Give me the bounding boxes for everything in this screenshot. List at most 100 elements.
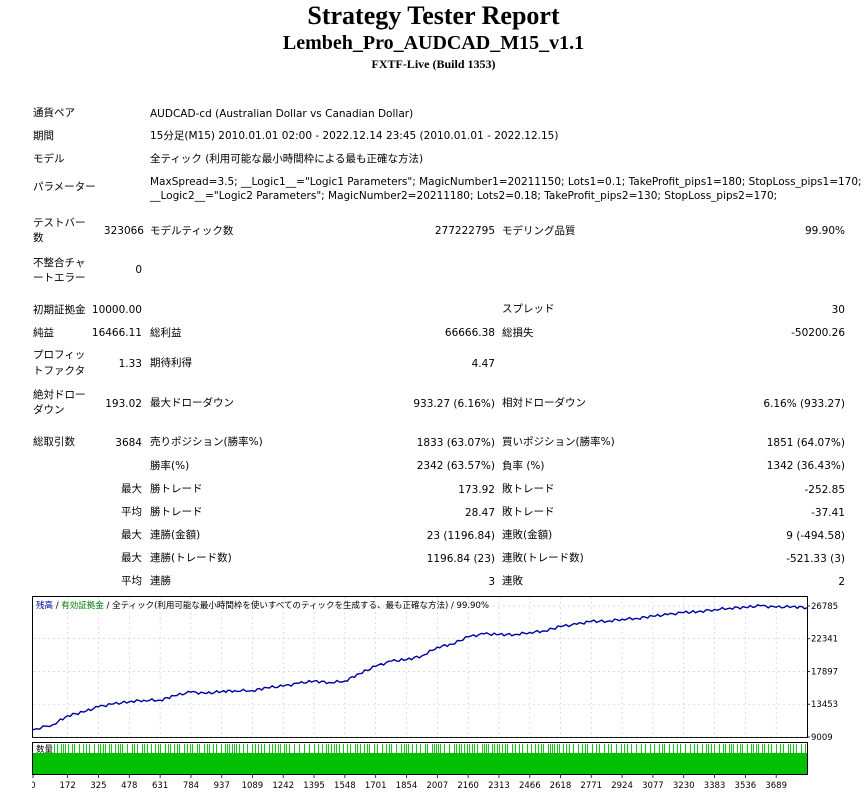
volume-bar — [541, 744, 542, 753]
volume-bar — [538, 744, 539, 753]
win-rate-label: 勝率(%) — [150, 460, 190, 472]
volume-bar — [199, 744, 200, 753]
volume-bar — [103, 744, 104, 753]
volume-bar — [664, 744, 665, 753]
volume-bar — [527, 744, 528, 753]
volume-bar — [187, 744, 188, 753]
largest-win-label: 勝トレード — [150, 483, 203, 495]
x-tick-label: 0 — [32, 781, 36, 791]
volume-bar — [611, 744, 612, 753]
max-drawdown-value: 933.27 (6.16%) — [413, 398, 495, 410]
volume-bar — [404, 744, 405, 753]
volume-bar — [436, 744, 437, 753]
volume-bar — [72, 744, 73, 753]
volume-bar — [573, 744, 574, 753]
volume-bar — [604, 744, 605, 753]
x-tick-label: 784 — [183, 781, 199, 791]
volume-bar — [120, 744, 121, 753]
volume-bar — [711, 744, 712, 753]
largest-prefix: 最大 — [121, 483, 142, 495]
volume-bar — [100, 744, 101, 753]
volume-bar — [758, 744, 759, 753]
x-tick-label: 2618 — [550, 781, 572, 791]
parameters-line-1: MaxSpread=3.5; __Logic1__="Logic1 Parame… — [150, 176, 862, 188]
chart-legend: 残高 / 有効証拠金 / 全ティック(利用可能な最小時間枠を使いすべてのティック… — [36, 600, 489, 611]
spread-value: 30 — [831, 304, 845, 316]
y-tick-label: 13453 — [811, 700, 838, 710]
volume-bar — [654, 744, 655, 753]
volume-bar — [184, 744, 185, 753]
volume-bar — [391, 744, 392, 753]
volume-bar — [227, 744, 228, 753]
x-tick-label: 3536 — [735, 781, 757, 791]
volume-bar — [535, 744, 536, 753]
mismatch-label-line-1: 不整合チャ — [33, 257, 86, 269]
volume-bar — [98, 744, 99, 753]
ticks-value: 277222795 — [434, 225, 495, 237]
x-tick-label: 3689 — [765, 781, 787, 791]
y-tick-label: 9009 — [811, 733, 833, 743]
avg-cons-prefix: 平均 — [121, 575, 142, 587]
volume-bar — [502, 744, 503, 753]
x-tick-label: 1395 — [303, 781, 325, 791]
volume-bar — [261, 744, 262, 753]
volume-bar — [764, 744, 765, 753]
volume-bar — [386, 744, 387, 753]
loss-rate-value: 1342 (36.43%) — [766, 460, 845, 472]
volume-bar — [444, 744, 445, 753]
legend-separator-1: / — [53, 601, 61, 611]
cons-profit-value: 1196.84 (23) — [426, 553, 495, 565]
volume-bar — [174, 744, 175, 753]
abs-drawdown-label-line-1: 絶対ドロー — [33, 389, 86, 401]
volume-bar — [432, 744, 433, 753]
profit-factor-label-line-2: トファクタ — [33, 365, 86, 377]
volume-bar — [801, 744, 802, 753]
cons-wins-label: 連勝(金額) — [150, 529, 201, 541]
x-tick-label: 3077 — [642, 781, 664, 791]
volume-bar — [252, 744, 253, 753]
volume-bar — [229, 744, 230, 753]
gross-loss-value: -50200.26 — [791, 327, 845, 339]
volume-bar — [796, 744, 797, 753]
max-cons-trades-prefix: 最大 — [121, 552, 142, 564]
avg-loss-value: -37.41 — [811, 507, 845, 519]
largest-loss-value: -252.85 — [804, 484, 845, 496]
ticks-label: モデルティック数 — [150, 225, 234, 237]
avg-cons-losses-value: 2 — [838, 576, 845, 588]
volume-bar — [137, 744, 138, 753]
cons-loss-label: 連敗(トレード数) — [502, 552, 584, 564]
volume-bar — [793, 744, 794, 753]
volume-bar — [440, 744, 441, 753]
volume-bar — [416, 744, 417, 753]
volume-bar — [61, 744, 62, 753]
y-tick-label: 17897 — [811, 667, 838, 677]
loss-rate-label: 負率 (%) — [502, 460, 545, 472]
volume-bar — [105, 744, 106, 753]
volume-bar — [677, 744, 678, 753]
profit-factor-value: 1.33 — [118, 358, 142, 370]
net-profit-label: 純益 — [33, 327, 54, 339]
volume-bar — [636, 744, 637, 753]
volume-bar — [79, 744, 80, 753]
volume-bar — [578, 744, 579, 753]
volume-bar — [464, 744, 465, 753]
volume-bar — [494, 744, 495, 753]
volume-bar — [805, 744, 806, 753]
x-tick-label: 631 — [152, 781, 168, 791]
x-tick-label: 478 — [121, 781, 137, 791]
volume-bar — [557, 744, 558, 753]
spread-label: スプレッド — [502, 303, 555, 315]
avg-cons-wins-label: 連勝 — [150, 575, 171, 587]
volume-bar — [559, 744, 560, 753]
volume-bar — [204, 744, 205, 753]
gross-loss-label: 総損失 — [502, 327, 534, 339]
long-positions-label: 買いポジション(勝率%) — [502, 436, 615, 448]
expert-name: Lembeh_Pro_AUDCAD_M15_v1.1 — [282, 32, 585, 54]
volume-bar — [57, 744, 58, 753]
volume-bar — [461, 744, 462, 753]
volume-bar — [158, 744, 159, 753]
deposit-value: 10000.00 — [91, 304, 142, 316]
bars-value: 323066 — [103, 225, 144, 237]
quality-value: 99.90% — [804, 225, 845, 237]
volume-bar — [788, 744, 789, 753]
